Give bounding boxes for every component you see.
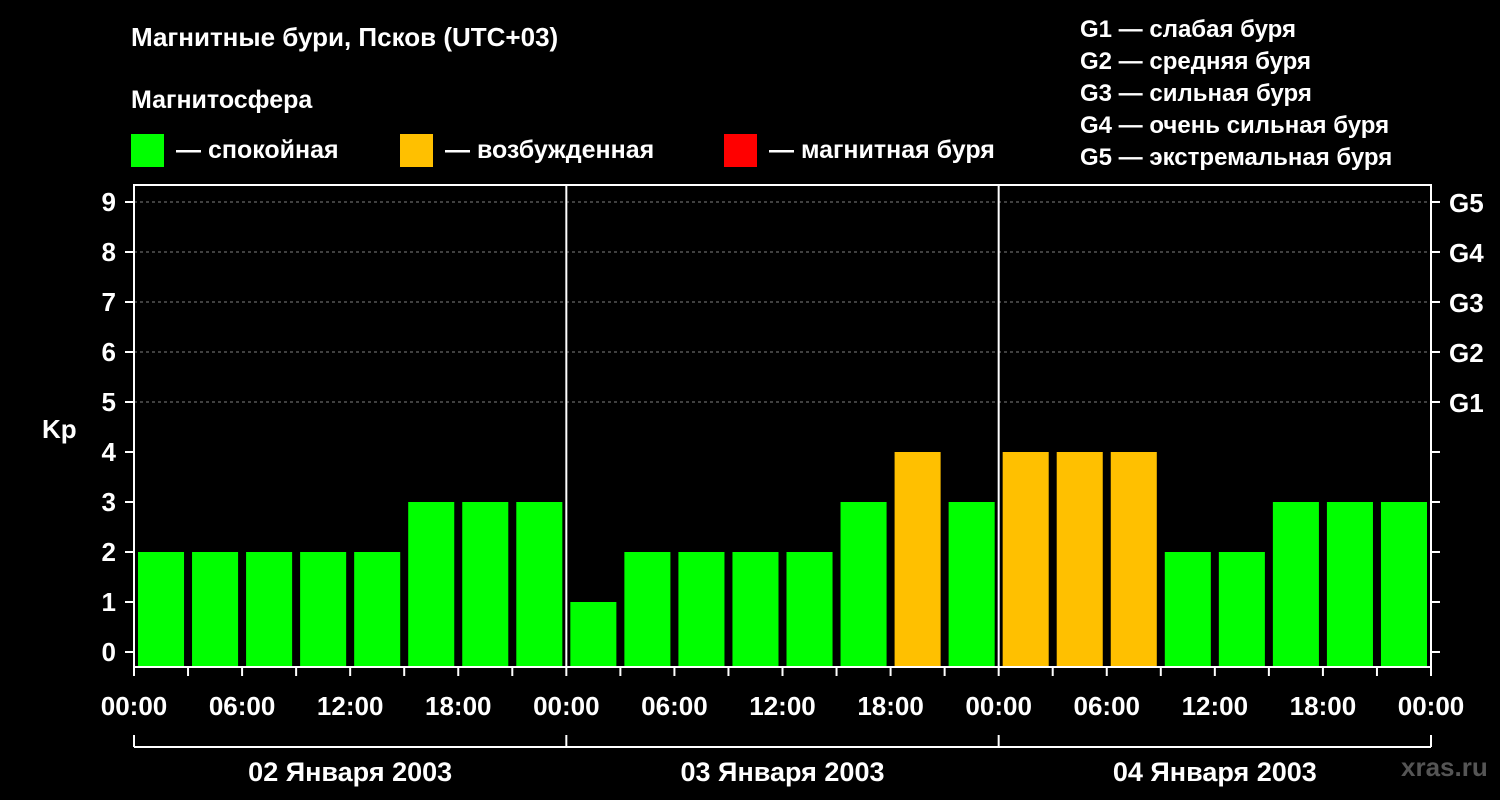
y-tick-label: 5: [102, 387, 116, 417]
kp-bar: [948, 502, 995, 667]
kp-bar: [1002, 452, 1049, 667]
kp-bar: [840, 502, 887, 667]
kp-bar: [1218, 552, 1265, 667]
x-tick-label: 00:00: [533, 691, 600, 721]
x-tick-label: 18:00: [425, 691, 492, 721]
x-tick-label: 06:00: [209, 691, 276, 721]
kp-bar: [1164, 552, 1211, 667]
storm-level-tick-label: G2: [1449, 338, 1484, 368]
kp-bar: [570, 602, 617, 667]
y-tick-label: 0: [102, 637, 116, 667]
x-tick-label: 00:00: [101, 691, 168, 721]
x-tick-label: 06:00: [641, 691, 708, 721]
y-tick-label: 9: [102, 187, 116, 217]
kp-bar: [732, 552, 779, 667]
kp-bar: [462, 502, 509, 667]
y-tick-label: 6: [102, 337, 116, 367]
kp-bar: [354, 552, 401, 667]
day-label: 04 Января 2003: [1113, 757, 1317, 787]
y-tick-label: 8: [102, 237, 116, 267]
y-tick-label: 7: [102, 287, 116, 317]
watermark: xras.ru: [1401, 752, 1488, 782]
x-tick-label: 00:00: [965, 691, 1032, 721]
x-tick-label: 18:00: [1290, 691, 1357, 721]
kp-bar: [1110, 452, 1157, 667]
x-tick-label: 18:00: [857, 691, 924, 721]
kp-bar: [1272, 502, 1319, 667]
x-tick-label: 00:00: [1398, 691, 1465, 721]
x-tick-label: 12:00: [317, 691, 384, 721]
x-tick-label: 12:00: [749, 691, 816, 721]
kp-bar: [300, 552, 347, 667]
storm-level-tick-label: G4: [1449, 238, 1484, 268]
kp-bar: [192, 552, 239, 667]
y-tick-label: 3: [102, 487, 116, 517]
kp-bar: [786, 552, 833, 667]
kp-bar: [894, 452, 941, 667]
y-axis-label: Kp: [42, 414, 77, 444]
kp-bar: [1380, 502, 1427, 667]
kp-bar: [678, 552, 725, 667]
day-label: 02 Января 2003: [248, 757, 452, 787]
y-tick-label: 4: [102, 437, 117, 467]
kp-bar: [1326, 502, 1373, 667]
kp-bar: [624, 552, 671, 667]
day-label: 03 Января 2003: [681, 757, 885, 787]
y-tick-label: 2: [102, 537, 116, 567]
kp-bar: [408, 502, 455, 667]
kp-bar: [516, 502, 563, 667]
x-tick-label: 06:00: [1074, 691, 1141, 721]
storm-level-tick-label: G5: [1449, 188, 1484, 218]
kp-bar: [138, 552, 185, 667]
storm-level-tick-label: G1: [1449, 388, 1484, 418]
kp-bar: [246, 552, 293, 667]
y-tick-label: 1: [102, 587, 116, 617]
storm-level-tick-label: G3: [1449, 288, 1484, 318]
x-tick-label: 12:00: [1182, 691, 1249, 721]
kp-bar: [1056, 452, 1103, 667]
kp-bar-chart: 0 1 2 3 4 5 6 7 8 9 G1 G2 G3 G4 G5 Kp 00:00 06:00 12:00 18:…: [42, 184, 1484, 787]
